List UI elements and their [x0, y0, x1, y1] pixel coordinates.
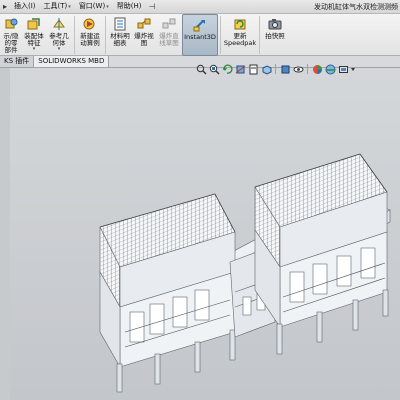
chevron-down-icon[interactable]: ▾: [106, 4, 109, 10]
instant3d-button[interactable]: Instant3D: [182, 14, 218, 56]
edit-appearance-icon[interactable]: [311, 63, 323, 75]
show-hidden-components-icon: [3, 16, 19, 32]
instant3d-icon: [192, 17, 208, 33]
explode-line-sketch-icon: [161, 16, 177, 32]
menu-tools[interactable]: 工具(T)▾: [40, 0, 75, 13]
assembly-features-icon: [26, 16, 42, 32]
new-motion-study-button[interactable]: 新建运 动算例: [77, 14, 103, 56]
assembly-model-graphic: [99, 153, 391, 393]
assembly-model[interactable]: [95, 132, 395, 397]
bill-of-materials-button[interactable]: 材料明 细表: [108, 14, 132, 56]
dynamic-annotation-icon[interactable]: [247, 63, 259, 75]
bill-of-materials-icon: [112, 16, 128, 32]
update-speedpak-button[interactable]: 更新 Speedpak: [223, 14, 257, 56]
feature-tree-collapsed-panel[interactable]: [0, 68, 10, 400]
menu-insert[interactable]: 插入(I): [10, 0, 40, 13]
view-orientation-icon[interactable]: [260, 63, 272, 75]
ribbon-separator: [220, 16, 221, 54]
tab-ks-plugin[interactable]: KS 插件: [0, 56, 35, 67]
display-style-icon[interactable]: [279, 63, 291, 75]
explode-line-sketch-button[interactable]: 爆炸直 线草图: [156, 14, 182, 56]
zoom-to-fit-icon[interactable]: [195, 63, 207, 75]
zoom-to-area-icon[interactable]: [208, 63, 220, 75]
new-motion-study-icon: [82, 16, 98, 32]
menu-help[interactable]: 帮助(H): [113, 0, 146, 13]
pushpin-icon[interactable]: ⊣: [145, 2, 158, 11]
update-speedpak-icon: [232, 16, 248, 32]
show-hidden-components-button[interactable]: 示/隐 的零 部件: [0, 14, 22, 56]
ribbon-separator: [105, 16, 106, 54]
exploded-view-icon: [136, 16, 152, 32]
exploded-view-button[interactable]: 爆炸视 图: [132, 14, 156, 56]
section-view-icon[interactable]: [234, 63, 246, 75]
menu-bar: ▸ 插入(I) 工具(T)▾ 窗口(W)▾ 帮助(H) ⊣ 发动机缸体气水双检测…: [0, 0, 400, 14]
reference-geometry-button[interactable]: 参考几 何体 ▾: [46, 14, 72, 56]
hide-show-items-icon[interactable]: [292, 63, 304, 75]
previous-view-icon[interactable]: [221, 63, 233, 75]
command-manager: 示/隐 的零 部件 装配体 特征 ▾ 参考几 何体 ▾ 新建运 动算例 材料明 …: [0, 14, 400, 56]
heads-up-view-toolbar: [193, 62, 358, 76]
menu-window[interactable]: 窗口(W)▾: [75, 0, 113, 13]
window-title: 发动机缸体气水双检测测频: [314, 3, 398, 11]
take-snapshot-icon: [267, 16, 283, 32]
pin-icon[interactable]: ▸: [0, 2, 10, 11]
reference-geometry-icon: [51, 16, 67, 32]
apply-scene-icon[interactable]: [324, 63, 336, 75]
chevron-down-icon[interactable]: [350, 63, 356, 75]
toolbar-separator: [275, 64, 276, 74]
take-snapshot-button[interactable]: 拍快照: [262, 14, 288, 56]
assembly-features-button[interactable]: 装配体 特征 ▾: [22, 14, 46, 56]
tab-solidworks-mbd[interactable]: SOLIDWORKS MBD: [34, 56, 110, 67]
ribbon-separator: [74, 16, 75, 54]
ribbon-separator: [259, 16, 260, 54]
toolbar-separator: [307, 64, 308, 74]
chevron-down-icon[interactable]: ▾: [33, 47, 36, 52]
chevron-down-icon[interactable]: ▾: [68, 4, 71, 10]
view-settings-icon[interactable]: [337, 63, 349, 75]
chevron-down-icon[interactable]: ▾: [58, 47, 61, 52]
